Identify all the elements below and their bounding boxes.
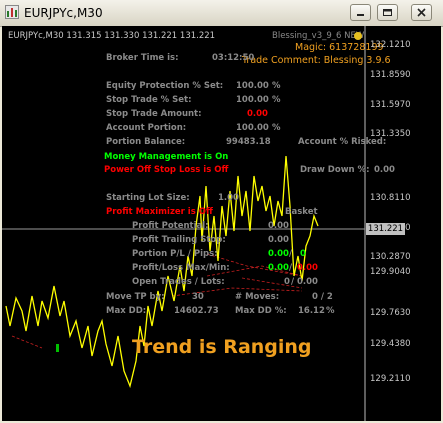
minimize-icon bbox=[357, 14, 364, 16]
chart-window-icon bbox=[5, 5, 19, 19]
close-button[interactable] bbox=[411, 4, 432, 21]
max-ddpct-unit: % bbox=[326, 306, 335, 316]
price-axis-label: 132.1210 bbox=[370, 40, 411, 50]
restore-icon bbox=[383, 9, 392, 16]
portion-balance-label: Portion Balance: bbox=[106, 137, 186, 147]
drawdown-label: Draw Down %: bbox=[300, 165, 370, 175]
money-management-status: Money Management is On bbox=[104, 152, 229, 162]
account-portion-value: 100.00 bbox=[236, 123, 269, 133]
current-price-tag: 131.221 bbox=[366, 223, 405, 235]
starting-lot-label: Starting Lot Size: bbox=[106, 193, 190, 203]
profit-trailing-value: 0.00 bbox=[268, 235, 289, 245]
restore-button[interactable] bbox=[377, 4, 398, 21]
broker-time-value: 03:12:50 bbox=[212, 53, 255, 63]
profit-loss-min: 0.00 bbox=[297, 263, 318, 273]
profit-potential-value: 0.00 bbox=[268, 221, 289, 231]
portion-pl-pips: 0 bbox=[300, 249, 306, 259]
price-chart-area[interactable]: EURJPYc,M30 131.315 131.330 131.221 131.… bbox=[2, 26, 441, 421]
chart-ohlc-info: EURJPYc,M30 131.315 131.330 131.221 131.… bbox=[8, 31, 216, 41]
profit-potential-label: Profit Potential: bbox=[132, 221, 209, 231]
price-axis-label: 129.7630 bbox=[370, 308, 411, 318]
ea-smile-icon bbox=[354, 32, 362, 40]
account-portion-label: Account Portion: bbox=[106, 123, 187, 133]
portion-pl-separator: / bbox=[289, 249, 293, 259]
price-axis-label: 129.4380 bbox=[370, 339, 411, 349]
minimize-button[interactable] bbox=[350, 4, 371, 21]
portion-balance-value: 99483.18 bbox=[226, 137, 271, 147]
terminal-chart-window: EURJPYc,M30 EURJPYc,M30 131.315 131.330 … bbox=[0, 0, 443, 423]
open-trades-label: Open Trades / Lots: bbox=[132, 277, 225, 287]
max-dd-value: 14602.73 bbox=[174, 306, 219, 316]
max-ddpct-value: 16.12 bbox=[298, 306, 325, 316]
close-icon bbox=[417, 8, 426, 17]
open-trades-value: 0 bbox=[284, 277, 290, 287]
move-tp-value: 30 bbox=[192, 292, 204, 302]
trade-comment: Trade Comment: Blessing 3.9.6 bbox=[242, 55, 391, 66]
max-ddpct-label: Max DD %: bbox=[235, 306, 287, 316]
equity-protection-unit: % bbox=[272, 81, 281, 91]
power-off-stoploss-status: Power Off Stop Loss is Off bbox=[104, 165, 229, 175]
stop-trade-unit: % bbox=[272, 95, 281, 105]
profit-trailing-label: Profit Trailing Stop: bbox=[132, 235, 226, 245]
profit-loss-separator: / bbox=[289, 263, 293, 273]
price-axis-label: 131.5970 bbox=[370, 100, 411, 110]
stop-amount-label: Stop Trade Amount: bbox=[106, 109, 202, 119]
starting-lot-value: 1.00 bbox=[218, 193, 239, 203]
max-dd-label: Max DD: bbox=[106, 306, 147, 316]
price-axis-label: 131.8590 bbox=[370, 70, 411, 80]
ea-name-label: Blessing_v3_9_6 NEW bbox=[272, 31, 365, 41]
trend-status: Trend is Ranging bbox=[132, 336, 312, 358]
open-lots-separator: / bbox=[291, 277, 295, 287]
stop-trade-value: 100.00 bbox=[236, 95, 269, 105]
price-axis-label: 129.9040 bbox=[370, 267, 411, 277]
stop-trade-label: Stop Trade % Set: bbox=[106, 95, 192, 105]
profit-loss-max: 0.00 bbox=[268, 263, 289, 273]
stop-amount-value: 0.00 bbox=[247, 109, 268, 119]
price-axis-label: 130.8110 bbox=[370, 193, 411, 203]
account-portion-unit: % bbox=[272, 123, 281, 133]
move-tp-label: Move TP by: bbox=[106, 292, 165, 302]
basket-label: Basket bbox=[285, 207, 318, 217]
moves-value: 0 / 2 bbox=[312, 292, 333, 302]
profit-maximizer-status: Profit Maximizer is Off bbox=[106, 207, 213, 217]
broker-time-label: Broker Time is: bbox=[106, 53, 179, 63]
window-titlebar[interactable]: EURJPYc,M30 bbox=[0, 0, 443, 27]
equity-protection-label: Equity Protection % Set: bbox=[106, 81, 224, 91]
portion-pl-label: Portion P/L / Pips: bbox=[132, 249, 218, 259]
price-axis-label: 130.2870 bbox=[370, 252, 411, 262]
drawdown-value: 0.00 bbox=[374, 165, 395, 175]
price-axis-label: 131.3350 bbox=[370, 129, 411, 139]
moves-label: # Moves: bbox=[235, 292, 280, 302]
price-axis-label: 129.2110 bbox=[370, 374, 411, 384]
profit-loss-label: Profit/Loss Max/Min: bbox=[132, 263, 230, 273]
window-title: EURJPYc,M30 bbox=[24, 6, 103, 20]
portion-pl-value: 0.00 bbox=[268, 249, 289, 259]
equity-protection-value: 100.00 bbox=[236, 81, 269, 91]
open-lots-value: 0.00 bbox=[297, 277, 318, 287]
